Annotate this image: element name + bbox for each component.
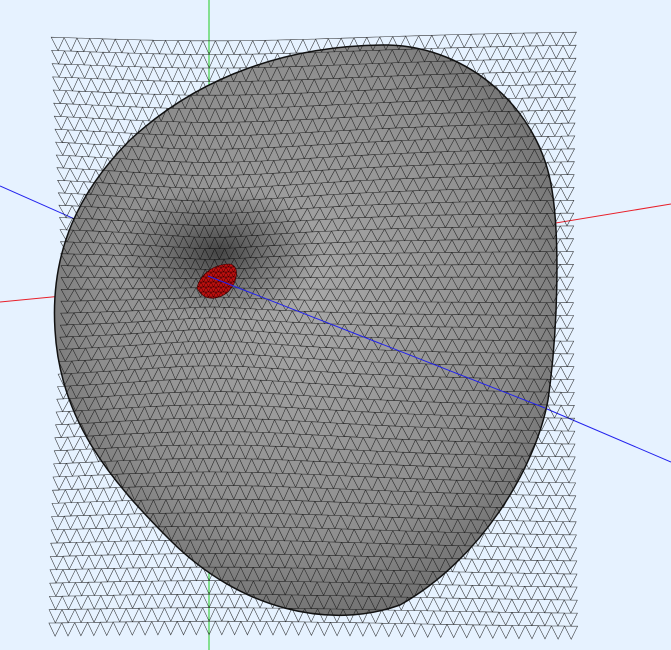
3d-viewport[interactable] <box>0 0 671 650</box>
scene-canvas[interactable] <box>0 0 671 650</box>
mesh-surface[interactable] <box>48 31 579 640</box>
